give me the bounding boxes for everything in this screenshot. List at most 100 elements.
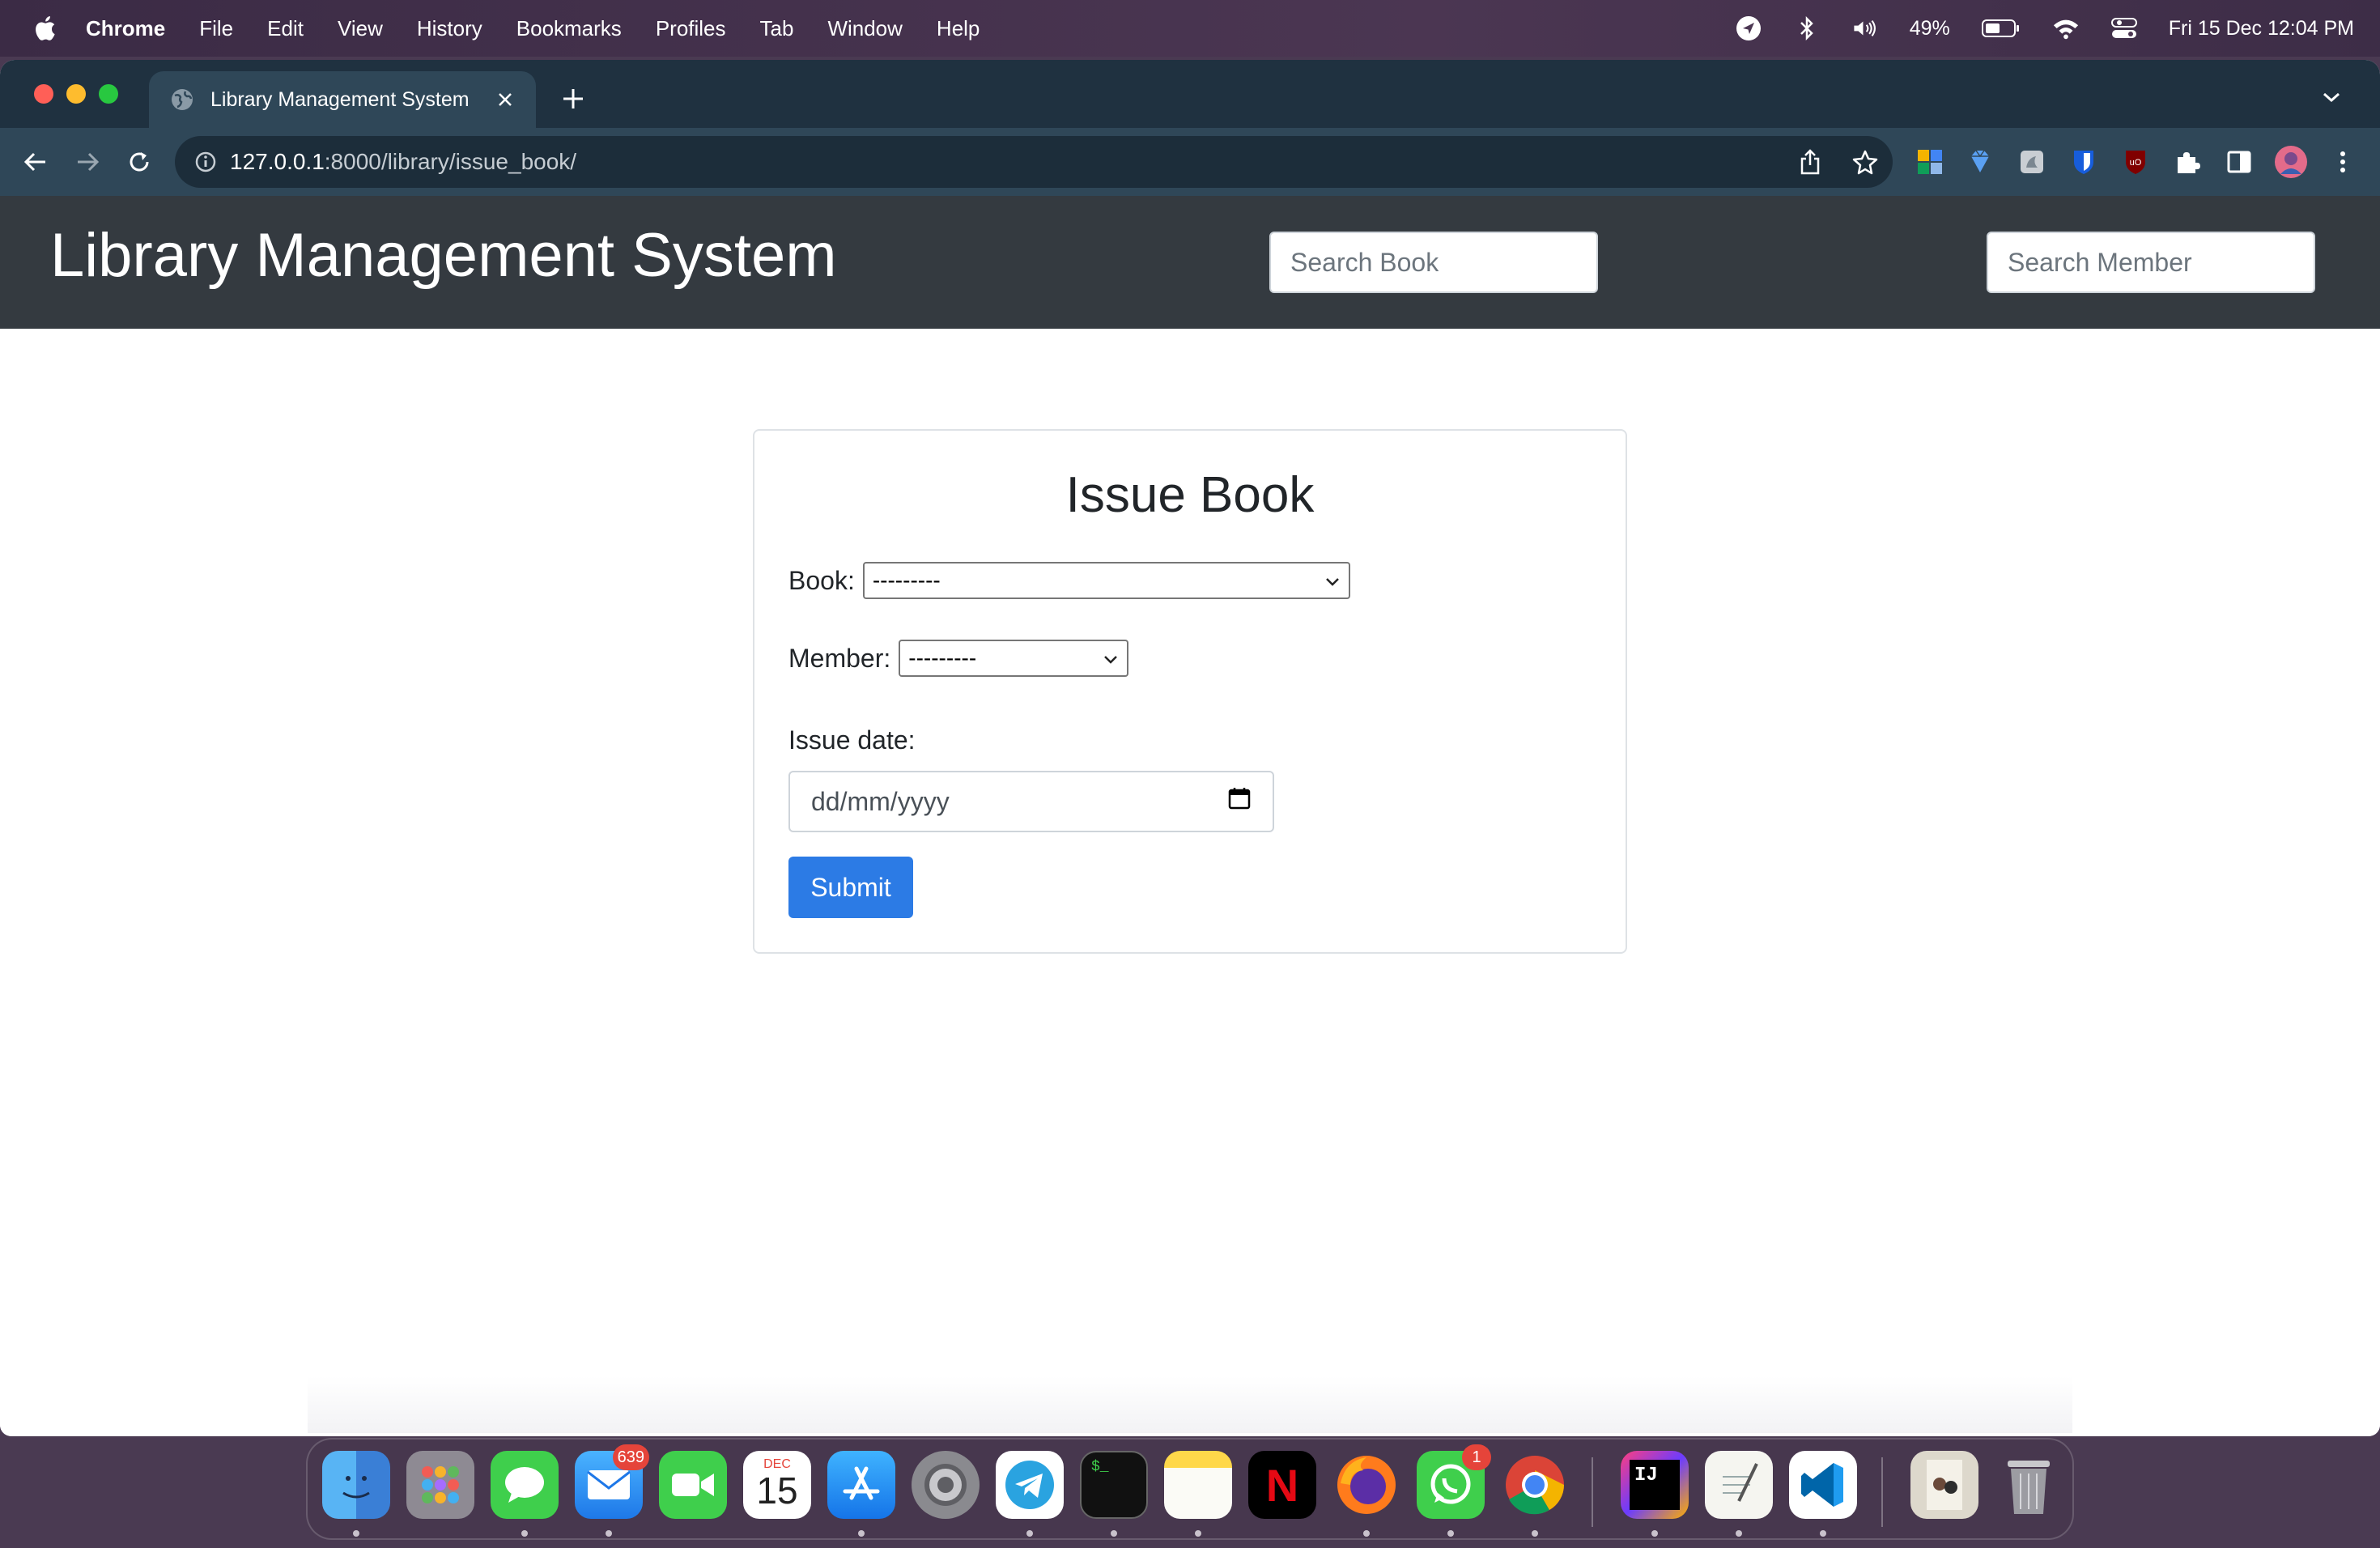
issue-date-label: Issue date:	[788, 725, 916, 755]
extensions-puzzle-icon[interactable]	[2170, 144, 2205, 180]
menu-help[interactable]: Help	[937, 16, 980, 41]
trash-icon[interactable]	[1995, 1451, 2063, 1519]
url-host: 127.0.0.1	[230, 149, 325, 174]
system-settings-icon[interactable]	[912, 1451, 980, 1519]
issue-date-placeholder: dd/mm/yyyy	[811, 786, 950, 816]
reload-icon[interactable]	[121, 144, 157, 180]
globe-icon	[170, 87, 194, 112]
macos-menubar: Chrome File Edit View History Bookmarks …	[0, 0, 2380, 57]
search-book-input[interactable]	[1269, 232, 1598, 293]
whatsapp-badge: 1	[1462, 1444, 1491, 1470]
mail-badge: 639	[612, 1444, 649, 1470]
close-window-button[interactable]	[34, 84, 53, 104]
battery-icon[interactable]	[1981, 15, 2021, 42]
messages-icon[interactable]	[491, 1451, 559, 1519]
book-select-value: ---------	[872, 568, 941, 593]
book-row: Book: ---------	[788, 562, 1350, 599]
form-title: Issue Book	[1065, 467, 1315, 523]
member-row: Member: ---------	[788, 640, 1129, 677]
profile-avatar[interactable]	[2273, 144, 2309, 180]
browser-tab-active[interactable]: Library Management System	[149, 71, 536, 128]
macos-dock: 639 DEC 15 $_ N 1 IJ	[306, 1438, 2074, 1540]
location-arrow-icon[interactable]	[1735, 15, 1762, 42]
apple-icon[interactable]	[31, 13, 58, 44]
facetime-icon[interactable]	[659, 1451, 727, 1519]
side-panel-icon[interactable]	[2221, 144, 2257, 180]
window-controls	[34, 84, 118, 104]
tab-strip: Library Management System	[0, 60, 2380, 128]
mail-icon[interactable]: 639	[575, 1444, 649, 1519]
address-bar[interactable]: 127.0.0.1:8000/library/issue_book/	[175, 136, 1893, 188]
book-label: Book:	[788, 565, 855, 595]
maximize-window-button[interactable]	[99, 84, 118, 104]
url-text[interactable]: 127.0.0.1:8000/library/issue_book/	[230, 149, 576, 175]
launchpad-icon[interactable]	[406, 1451, 474, 1519]
menu-bookmarks[interactable]: Bookmarks	[516, 16, 622, 41]
finder-icon[interactable]	[322, 1451, 390, 1519]
volume-icon[interactable]	[1851, 15, 1879, 42]
issue-book-card: Issue Book Book: --------- Member: -----…	[753, 429, 1627, 954]
chevron-down-icon	[1324, 568, 1341, 593]
web-page: Library Management System Issue Book Boo…	[0, 196, 2380, 1436]
site-info-icon[interactable]	[193, 149, 219, 175]
site-brand[interactable]: Library Management System	[50, 220, 837, 291]
submit-button[interactable]: Submit	[788, 857, 913, 918]
diamond-extension-icon[interactable]	[1962, 144, 1998, 180]
terminal-icon[interactable]: $_	[1080, 1451, 1148, 1519]
menu-edit[interactable]: Edit	[267, 16, 304, 41]
datetime[interactable]: Fri 15 Dec 12:04 PM	[2169, 17, 2354, 40]
member-select-value: ---------	[908, 645, 977, 670]
new-tab-icon[interactable]	[555, 81, 591, 117]
extension-grid-icon[interactable]	[1912, 144, 1948, 180]
member-label: Member:	[788, 643, 891, 673]
grey-extension-icon[interactable]	[2014, 144, 2050, 180]
forward-icon[interactable]	[70, 144, 105, 180]
whatsapp-icon[interactable]: 1	[1417, 1444, 1491, 1519]
calendar-icon[interactable]: DEC 15	[743, 1451, 811, 1519]
menu-file[interactable]: File	[199, 16, 233, 41]
back-icon[interactable]	[18, 144, 53, 180]
tab-search-chevron-icon[interactable]	[2315, 81, 2348, 113]
menu-app-chrome[interactable]: Chrome	[86, 16, 165, 41]
battery-percentage: 49%	[1909, 16, 1950, 40]
minimize-window-button[interactable]	[66, 84, 86, 104]
issue-date-input[interactable]: dd/mm/yyyy	[788, 771, 1274, 832]
close-tab-icon[interactable]	[489, 83, 521, 116]
downloads-stack-icon[interactable]	[1910, 1451, 1978, 1519]
calendar-icon[interactable]	[1227, 786, 1252, 817]
search-member-input[interactable]	[1987, 232, 2315, 293]
calendar-day: 15	[756, 1469, 798, 1512]
chevron-down-icon	[1103, 645, 1119, 671]
bookmark-star-icon[interactable]	[1849, 146, 1881, 178]
netflix-icon[interactable]: N	[1248, 1451, 1316, 1519]
textedit-icon[interactable]	[1705, 1451, 1773, 1519]
menu-profiles[interactable]: Profiles	[656, 16, 726, 41]
browser-toolbar: 127.0.0.1:8000/library/issue_book/ uO	[0, 128, 2380, 196]
ublock-icon[interactable]: uO	[2118, 144, 2153, 180]
chrome-icon[interactable]	[1501, 1451, 1569, 1519]
bluetooth-icon[interactable]	[1793, 15, 1821, 42]
control-center-icon[interactable]	[2110, 15, 2138, 42]
url-path: :8000/library/issue_book/	[324, 149, 577, 174]
share-icon[interactable]	[1794, 146, 1826, 178]
member-select[interactable]: ---------	[899, 640, 1129, 677]
menu-view[interactable]: View	[338, 16, 383, 41]
book-select[interactable]: ---------	[862, 562, 1350, 599]
tab-title: Library Management System	[210, 87, 470, 111]
svg-text:uO: uO	[2130, 158, 2142, 168]
intellij-idea-icon[interactable]: IJ	[1621, 1451, 1689, 1519]
vscode-icon[interactable]	[1789, 1451, 1857, 1519]
app-store-icon[interactable]	[827, 1451, 895, 1519]
chrome-menu-icon[interactable]	[2325, 144, 2361, 180]
menu-tab[interactable]: Tab	[760, 16, 794, 41]
wifi-icon[interactable]	[2052, 15, 2080, 42]
dock-reflection	[308, 1376, 2072, 1433]
notes-icon[interactable]	[1164, 1451, 1232, 1519]
menu-window[interactable]: Window	[827, 16, 902, 41]
bitwarden-shield-icon[interactable]	[2066, 144, 2102, 180]
telegram-icon[interactable]	[996, 1451, 1064, 1519]
browser-window: Library Management System 127.0.0.1:8000…	[0, 60, 2380, 1436]
firefox-icon[interactable]	[1332, 1451, 1400, 1519]
menu-history[interactable]: History	[417, 16, 482, 41]
site-navbar: Library Management System	[0, 196, 2380, 329]
